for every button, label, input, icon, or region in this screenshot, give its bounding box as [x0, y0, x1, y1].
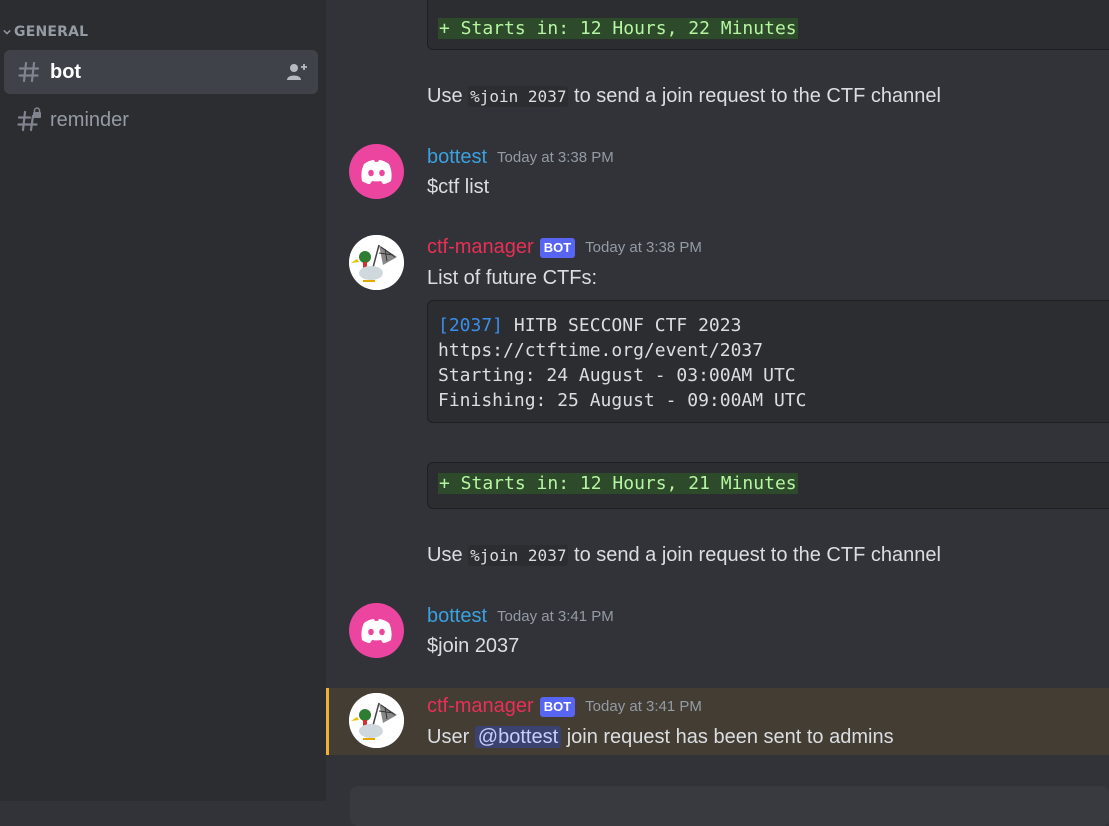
message-text: $ctf list	[427, 176, 490, 198]
hashtag-icon	[16, 59, 42, 85]
inline-code: %join 2037	[468, 86, 569, 107]
bot-badge: BOT	[539, 237, 576, 258]
code-block: + Starts in: 12 Hours, 22 Minutes	[427, 0, 1109, 50]
message-header: bottest Today at 3:41 PM	[427, 605, 614, 628]
message-header: bottest Today at 3:38 PM	[427, 146, 614, 169]
avatar[interactable]	[349, 693, 404, 748]
channel-item-reminder[interactable]: reminder	[4, 98, 318, 142]
message-composer[interactable]	[350, 786, 1109, 826]
message-text: Use %join 2037 to send a join request to…	[427, 544, 941, 566]
diff-line: + Starts in: 12 Hours, 22 Minutes	[438, 18, 798, 39]
username[interactable]: bottest	[427, 146, 487, 169]
discord-logo-icon	[361, 619, 392, 643]
username[interactable]: ctf-manager	[427, 236, 534, 259]
message-text: Use %join 2037 to send a join request to…	[427, 85, 941, 107]
discord-logo-icon	[361, 160, 392, 184]
timestamp: Today at 3:38 PM	[585, 239, 702, 256]
ctf-start: Starting: 24 August - 03:00AM UTC	[438, 365, 796, 386]
avatar[interactable]	[349, 235, 404, 290]
username[interactable]: bottest	[427, 605, 487, 628]
message-header: ctf-manager BOT Today at 3:41 PM	[427, 695, 702, 718]
bot-badge: BOT	[539, 696, 576, 717]
timestamp: Today at 3:38 PM	[497, 149, 614, 166]
message-text: User @bottest join request has been sent…	[427, 726, 894, 748]
avatar[interactable]	[349, 603, 404, 658]
category-label: GENERAL	[14, 24, 89, 40]
inline-code: %join 2037	[468, 545, 569, 566]
message-text: List of future CTFs:	[427, 267, 598, 289]
message-header: ctf-manager BOT Today at 3:38 PM	[427, 236, 702, 259]
channel-name: reminder	[50, 108, 129, 131]
timestamp: Today at 3:41 PM	[585, 698, 702, 715]
ctf-title: HITB SECCONF CTF 2023	[503, 315, 742, 336]
message-text: $join 2037	[427, 635, 520, 657]
code-block: [2037] HITB SECCONF CTF 2023 https://ctf…	[427, 300, 1109, 423]
ctf-url: https://ctftime.org/event/2037	[438, 340, 764, 361]
ctf-finish: Finishing: 25 August - 09:00AM UTC	[438, 390, 807, 411]
ctf-id: [2037]	[438, 315, 504, 336]
code-block: + Starts in: 12 Hours, 21 Minutes	[427, 462, 1109, 509]
user-mention[interactable]: @bottest	[474, 726, 562, 748]
channel-item-bot[interactable]: bot	[4, 50, 318, 94]
channel-sidebar: GENERAL bot reminder	[0, 0, 326, 801]
channel-name: bot	[50, 60, 82, 83]
username[interactable]: ctf-manager	[427, 695, 534, 718]
locked-hashtag-icon	[16, 107, 42, 133]
duck-flag-icon	[349, 693, 404, 748]
diff-line: + Starts in: 12 Hours, 21 Minutes	[438, 473, 798, 494]
message-list: + Starts in: 12 Hours, 22 Minutes Use %j…	[326, 0, 1109, 826]
add-member-icon[interactable]	[286, 62, 308, 82]
avatar[interactable]	[349, 144, 404, 199]
chevron-down-icon	[0, 28, 14, 36]
timestamp: Today at 3:41 PM	[497, 608, 614, 625]
category-general[interactable]: GENERAL	[0, 22, 88, 42]
duck-flag-icon	[349, 235, 404, 290]
